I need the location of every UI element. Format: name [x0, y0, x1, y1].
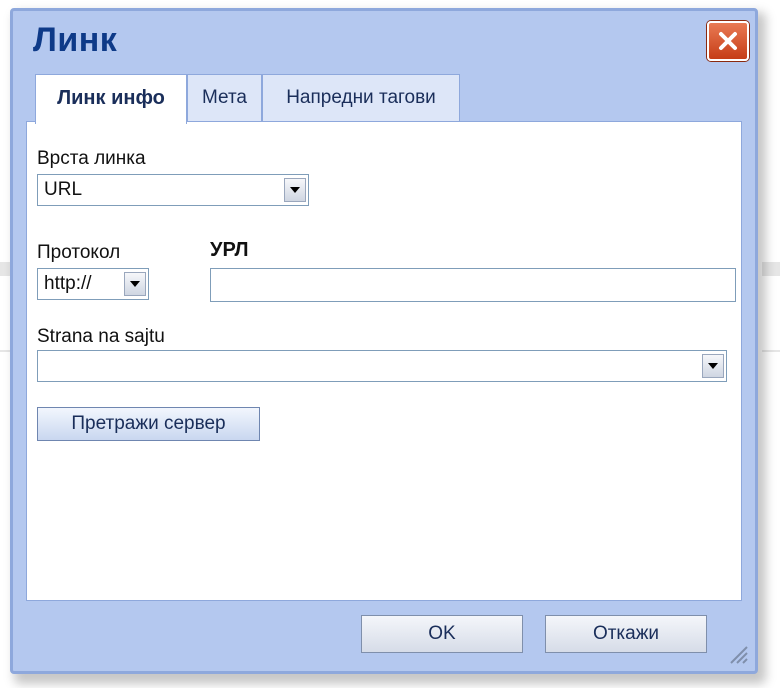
protocol-dropdown-button[interactable] [124, 272, 146, 296]
chevron-down-icon [708, 363, 718, 369]
link-dialog: Линк Линк инфо Мета Напредни тагови Врст… [10, 8, 758, 674]
browse-server-button[interactable]: Претражи сервер [37, 407, 260, 441]
ok-button[interactable]: OK [361, 615, 523, 653]
protocol-select[interactable]: http:// [37, 268, 149, 300]
protocol-label: Протокол [37, 242, 121, 263]
tab-meta[interactable]: Мета [187, 74, 262, 121]
cancel-button[interactable]: Откажи [545, 615, 707, 653]
site-page-select[interactable] [37, 350, 727, 382]
resize-grip-icon[interactable] [727, 643, 749, 665]
site-page-dropdown-button[interactable] [702, 354, 724, 378]
link-type-value: URL [44, 179, 83, 200]
close-button[interactable] [707, 21, 749, 61]
site-page-label: Strana na sajtu [37, 326, 165, 347]
url-input[interactable] [210, 268, 736, 302]
tab-panel: Врста линка URL Протокол http:// УРЛ Str… [26, 121, 742, 601]
tab-advanced-tags[interactable]: Напредни тагови [262, 74, 460, 121]
url-label: УРЛ [210, 239, 249, 261]
protocol-value: http:// [44, 273, 92, 294]
tab-link-info[interactable]: Линк инфо [35, 74, 187, 124]
close-icon [719, 32, 737, 50]
link-type-select[interactable]: URL [37, 174, 309, 206]
dialog-title: Линк [33, 21, 118, 59]
link-type-label: Врста линка [37, 148, 146, 169]
chevron-down-icon [130, 281, 140, 287]
chevron-down-icon [290, 187, 300, 193]
link-type-dropdown-button[interactable] [284, 178, 306, 202]
